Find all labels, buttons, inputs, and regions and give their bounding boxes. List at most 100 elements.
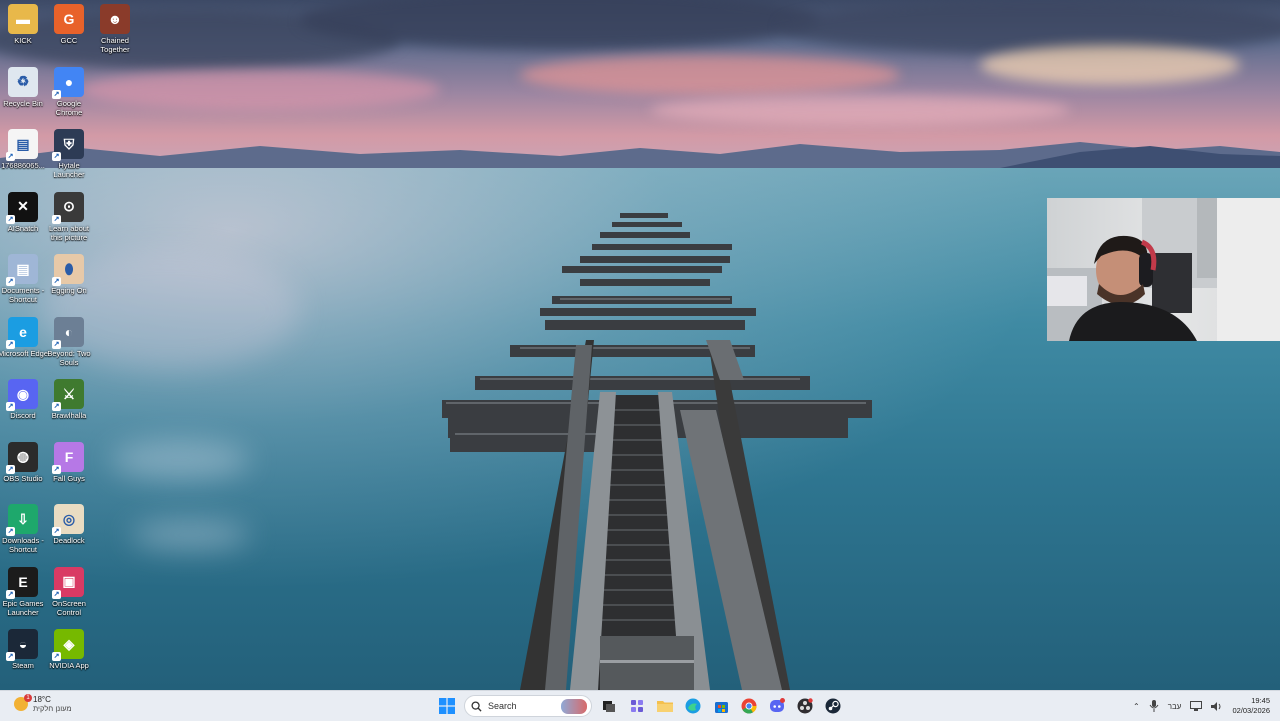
chrome-icon: ● ↗: [52, 66, 84, 99]
shortcut-arrow-icon: ↗: [6, 277, 15, 286]
desktop-icon-label: NVIDIA App: [49, 661, 89, 670]
desktop-icon-obs[interactable]: ◍ ↗ OBS Studio: [0, 441, 46, 483]
store-icon: [714, 701, 728, 713]
desktop-icon-learn-picture[interactable]: ⊙ ↗ Learn about this picture: [46, 191, 92, 242]
desktop-icon-label: GCC: [60, 36, 78, 45]
discord-taskbar-button[interactable]: [766, 695, 788, 717]
shortcut-arrow-icon: ↗: [52, 464, 61, 474]
nvidia-icon: ◈ ↗: [52, 629, 84, 661]
desktop-icon-document[interactable]: ▤ ↗ 176886065...: [0, 129, 46, 170]
steam-taskbar-button[interactable]: [822, 695, 844, 717]
desktop-icon-label: Brawlhalla: [51, 411, 87, 420]
desktop-icon-label: 176886065...: [1, 161, 45, 170]
desktop-icon-onscreen-control[interactable]: ▣ ↗ OnScreen Control: [46, 566, 92, 617]
desktop-icon-documents-shortcut[interactable]: ▤ ↗ Documents - Shortcut: [0, 254, 46, 304]
shortcut-arrow-icon: ↗: [52, 652, 61, 661]
obs-taskbar-button[interactable]: [794, 695, 816, 717]
desktop-icon-label: Microsoft Edge: [0, 348, 49, 358]
shortcut-arrow-icon: ↗: [52, 527, 61, 536]
file-explorer-button[interactable]: [654, 695, 676, 717]
desktop-icon-label: Google Chrome: [55, 98, 83, 117]
shortcut-arrow-icon: ↗: [6, 152, 15, 161]
webcam-overlay: [1047, 198, 1280, 341]
desktop-icon-label: Egging On: [51, 286, 87, 295]
shortcut-arrow-icon: ↗: [6, 464, 15, 474]
microphone-icon[interactable]: [1149, 700, 1159, 712]
store-taskbar-button[interactable]: [710, 695, 732, 717]
recycle-bin-icon: ♻: [8, 66, 38, 97]
discord-icon: ◉ ↗: [6, 379, 38, 411]
desktop-icon-label: Recycle Bin: [3, 98, 43, 108]
desktop-icon-label: KICK: [14, 36, 32, 45]
shortcut-arrow-icon: ↗: [52, 402, 61, 411]
network-icon[interactable]: [1190, 700, 1203, 712]
chrome-icon: [741, 698, 757, 714]
desktop-icon-hytale[interactable]: ⛨ ↗ Hytale Launcher: [46, 129, 92, 179]
shortcut-arrow-icon: ↗: [52, 214, 61, 224]
desktop-icon-epic-games[interactable]: E ↗ Epic Games Launcher: [0, 566, 46, 617]
shortcut-arrow-icon: ↗: [6, 339, 15, 349]
egging-on-icon: ⬮ ↗: [52, 254, 84, 286]
wallpaper-pier: [442, 213, 872, 690]
desktop-icon-gcc[interactable]: G GCC: [46, 4, 92, 45]
desktop-icon-chrome[interactable]: ● ↗ Google Chrome: [46, 66, 92, 117]
beyond-two-souls-icon: ◐ ↗: [52, 316, 84, 349]
language-indicator[interactable]: עבר: [1168, 702, 1182, 711]
chrome-taskbar-button[interactable]: [738, 695, 760, 717]
documents-shortcut-icon: ▤ ↗: [6, 254, 38, 286]
desktop-icon-label: Steam: [12, 661, 34, 670]
desktop-icon-fall-guys[interactable]: F ↗ Fall Guys: [46, 441, 92, 483]
shortcut-arrow-icon: ↗: [6, 402, 15, 411]
weather-icon: 1: [14, 694, 32, 711]
desktop-icon-label: OBS Studio: [3, 473, 43, 483]
desktop-icon-chained-together[interactable]: ☻ Chained Together: [92, 4, 138, 54]
volume-icon[interactable]: [1211, 701, 1223, 712]
desktop-icon-steam[interactable]: ◒ ↗ Steam: [0, 629, 46, 670]
search-icon: [471, 700, 482, 712]
edge-icon: e ↗: [6, 316, 38, 349]
desktop-icon-label: Fall Guys: [53, 473, 85, 483]
taskbar-center: Search: [436, 695, 844, 717]
learn-picture-icon: ⊙ ↗: [52, 191, 84, 224]
desktop-icon-folder[interactable]: ▬ KICK: [0, 4, 46, 45]
desktop-icon-label: Hytale Launcher: [53, 161, 85, 179]
desktop-icon-label: Epic Games Launcher: [2, 598, 44, 617]
shortcut-arrow-icon: ↗: [52, 589, 61, 599]
desktop-icon-aisnatch[interactable]: ✕ ↗ AISnatch: [0, 191, 46, 233]
fall-guys-icon: F ↗: [52, 441, 84, 474]
desktop-icon-label: Discord: [10, 411, 36, 420]
desktop-icon-label: Chained Together: [100, 36, 130, 54]
taskbar-search[interactable]: Search: [464, 695, 592, 717]
chevron-up-icon[interactable]: ⌃: [1133, 702, 1140, 711]
shortcut-arrow-icon: ↗: [52, 152, 61, 161]
hytale-icon: ⛨ ↗: [52, 129, 84, 161]
puzzle-icon: [631, 700, 643, 712]
steam-icon: [825, 698, 841, 714]
desktop-icon-brawlhalla[interactable]: ⚔ ↗ Brawlhalla: [46, 379, 92, 420]
taskbar-clock[interactable]: 19:45 02/03/2026: [1232, 696, 1270, 716]
desktop-icon-discord[interactable]: ◉ ↗ Discord: [0, 379, 46, 420]
desktop-icon-egging-on[interactable]: ⬮ ↗ Egging On: [46, 254, 92, 295]
shortcut-arrow-icon: ↗: [6, 652, 15, 661]
desktop-icon-deadlock[interactable]: ◎ ↗ Deadlock: [46, 504, 92, 545]
gcc-icon: G: [54, 4, 84, 34]
system-tray: ⌃ עבר 19:45 02/03/2026: [1133, 694, 1270, 718]
obs-icon: [797, 698, 813, 714]
start-button[interactable]: [436, 695, 458, 717]
obs-icon: ◍ ↗: [6, 441, 38, 474]
shortcut-arrow-icon: ↗: [52, 339, 61, 349]
taskbar-app-1[interactable]: [626, 695, 648, 717]
desktop-icon-downloads-shortcut[interactable]: ⇩ ↗ Downloads - Shortcut: [0, 504, 46, 554]
desktop-icon-nvidia[interactable]: ◈ ↗ NVIDIA App: [46, 629, 92, 670]
desktop-icon-beyond-two-souls[interactable]: ◐ ↗ Beyond: Two Souls: [46, 316, 92, 367]
task-view-icon: [603, 701, 615, 712]
onscreen-control-icon: ▣ ↗: [52, 566, 84, 599]
folder-icon: [657, 701, 673, 712]
weather-widget[interactable]: 1 18°C מעונן חלקית: [14, 694, 72, 713]
task-view-button[interactable]: [598, 695, 620, 717]
desktop-icon-recycle-bin[interactable]: ♻ Recycle Bin: [0, 66, 46, 108]
desktop-icon-edge[interactable]: e ↗ Microsoft Edge: [0, 316, 49, 358]
shortcut-arrow-icon: ↗: [6, 589, 15, 599]
folder-icon: ▬: [8, 4, 38, 34]
edge-taskbar-button[interactable]: [682, 695, 704, 717]
